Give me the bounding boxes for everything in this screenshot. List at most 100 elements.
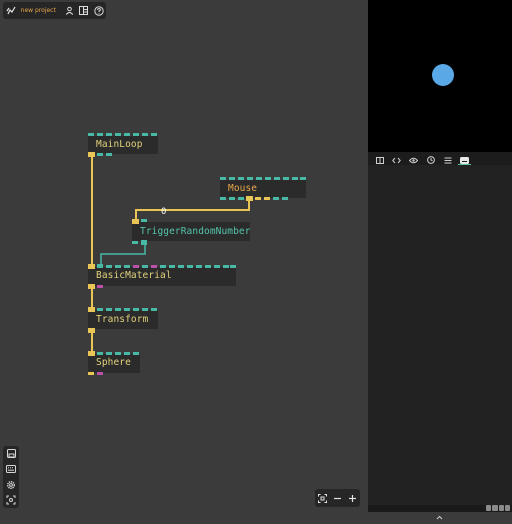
port-out[interactable]	[106, 153, 112, 156]
port-out[interactable]	[246, 196, 253, 201]
node-trigger-random-number[interactable]: TriggerRandomNumber	[132, 219, 250, 245]
port-in[interactable]	[88, 351, 95, 356]
port-out[interactable]	[97, 372, 103, 375]
port-in[interactable]	[106, 265, 112, 268]
port-out[interactable]	[282, 197, 288, 200]
port-out[interactable]	[229, 197, 235, 200]
node-transform[interactable]: Transform	[88, 307, 158, 333]
node-sphere[interactable]: Sphere	[88, 351, 140, 377]
tab-code[interactable]	[388, 152, 405, 165]
port-in[interactable]	[292, 177, 298, 180]
port-in[interactable]	[115, 133, 121, 136]
port-in[interactable]	[178, 265, 184, 268]
port-out[interactable]	[132, 241, 138, 244]
node-mainloop[interactable]: MainLoop	[88, 133, 158, 157]
keyboard-icon[interactable]	[4, 462, 18, 476]
port-out[interactable]	[88, 372, 94, 375]
port-out[interactable]	[238, 197, 244, 200]
port-in[interactable]	[88, 307, 95, 312]
tab-docs[interactable]	[371, 152, 388, 165]
port-in[interactable]	[274, 177, 280, 180]
tab-timeline[interactable]	[422, 152, 439, 165]
port-in[interactable]	[124, 133, 130, 136]
port-in[interactable]	[97, 352, 103, 355]
node-title: TriggerRandomNumber	[140, 226, 251, 237]
port-in[interactable]	[115, 352, 121, 355]
settings-icon[interactable]	[4, 478, 18, 492]
patch-canvas[interactable]: 0 MainLoop Mouse TriggerRandomNumber Bas…	[0, 0, 368, 512]
fit-view-icon[interactable]	[316, 491, 330, 505]
port-out[interactable]	[97, 285, 103, 288]
port-in[interactable]	[238, 177, 244, 180]
port-out[interactable]	[273, 197, 279, 200]
port-in[interactable]	[132, 219, 139, 224]
port-in[interactable]	[142, 308, 148, 311]
port-in[interactable]	[151, 308, 157, 311]
fullscreen-icon[interactable]	[4, 493, 18, 507]
port-in[interactable]	[106, 352, 112, 355]
tab-preview[interactable]	[405, 152, 422, 165]
tab-keyboard[interactable]	[456, 152, 473, 165]
zoom-in-icon[interactable]	[346, 491, 360, 505]
port-in[interactable]	[97, 264, 103, 268]
port-in[interactable]	[223, 265, 229, 268]
port-in[interactable]	[142, 265, 148, 268]
port-out[interactable]	[141, 240, 147, 245]
node-basicmaterial[interactable]: BasicMaterial	[88, 264, 236, 290]
render-preview[interactable]	[368, 0, 512, 152]
port-in[interactable]	[247, 177, 253, 180]
port-out[interactable]	[88, 328, 95, 333]
tab-list[interactable]	[439, 152, 456, 165]
port-in[interactable]	[142, 133, 148, 136]
user-icon[interactable]	[62, 2, 77, 19]
port-in[interactable]	[106, 308, 112, 311]
port-out[interactable]	[255, 197, 261, 200]
port-out[interactable]	[97, 153, 103, 156]
port-in[interactable]	[187, 265, 193, 268]
chevron-up-icon[interactable]	[436, 505, 443, 524]
help-icon[interactable]	[91, 2, 106, 19]
project-name[interactable]: new project	[21, 7, 56, 14]
port-in[interactable]	[220, 177, 226, 180]
port-in[interactable]	[229, 177, 235, 180]
port-in[interactable]	[115, 308, 121, 311]
port-out[interactable]	[264, 197, 270, 200]
port-in[interactable]	[133, 352, 139, 355]
node-mouse[interactable]: Mouse	[220, 177, 306, 201]
port-in[interactable]	[88, 264, 95, 269]
port-in[interactable]	[205, 265, 211, 268]
right-panel	[368, 152, 512, 520]
port-out[interactable]	[88, 152, 95, 157]
port-in[interactable]	[133, 308, 139, 311]
port-in[interactable]	[196, 265, 202, 268]
port-in[interactable]	[106, 133, 112, 136]
port-in[interactable]	[97, 133, 103, 136]
keyboard-icon	[460, 149, 469, 168]
port-in[interactable]	[133, 265, 139, 268]
layout-icon[interactable]	[77, 2, 92, 19]
port-in[interactable]	[97, 308, 103, 311]
port-in[interactable]	[300, 177, 306, 180]
cable-value-label: 0	[161, 207, 167, 217]
port-in[interactable]	[230, 265, 236, 268]
port-in[interactable]	[169, 265, 175, 268]
port-in[interactable]	[124, 352, 130, 355]
port-out[interactable]	[220, 197, 226, 200]
port-in[interactable]	[265, 177, 271, 180]
cables-logo-icon[interactable]	[3, 2, 21, 19]
port-in[interactable]	[141, 219, 147, 222]
port-in[interactable]	[115, 265, 121, 268]
port-in[interactable]	[88, 133, 94, 136]
port-in[interactable]	[283, 177, 289, 180]
port-in[interactable]	[124, 265, 130, 268]
port-in[interactable]	[256, 177, 262, 180]
port-in[interactable]	[214, 265, 220, 268]
port-in[interactable]	[133, 133, 139, 136]
port-in[interactable]	[124, 308, 130, 311]
port-in[interactable]	[151, 265, 157, 268]
zoom-out-icon[interactable]	[331, 491, 345, 505]
port-in[interactable]	[151, 133, 157, 136]
port-in[interactable]	[160, 265, 166, 268]
port-out[interactable]	[88, 284, 95, 289]
save-icon[interactable]	[4, 447, 18, 461]
